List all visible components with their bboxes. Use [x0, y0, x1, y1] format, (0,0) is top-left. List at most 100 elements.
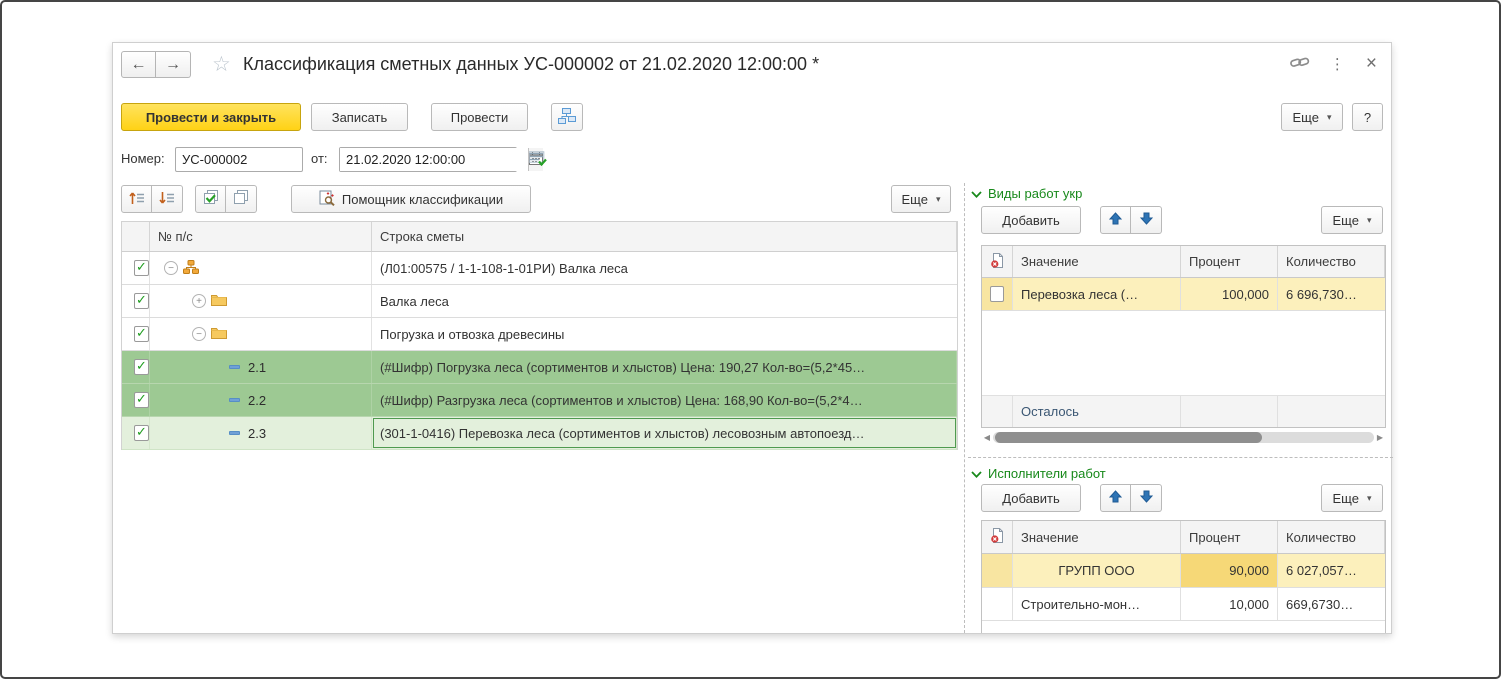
structure-icon: [558, 108, 576, 127]
row-checkbox[interactable]: ✓: [134, 392, 149, 408]
item-dash-icon: [229, 431, 240, 435]
row-checkbox[interactable]: ✓: [134, 326, 149, 342]
percent-cell-selected[interactable]: 90,000: [1181, 554, 1278, 587]
estimate-line-cell[interactable]: (Л01:00575 / 1-1-108-1-01РИ) Валка леса: [372, 252, 957, 284]
command-bar: Провести и закрыть Записать Провести Еще…: [113, 103, 1391, 135]
work-types-header-row: Значение Процент Количество: [982, 246, 1385, 278]
form-more-button[interactable]: Еще▾: [1281, 103, 1343, 131]
row-checkbox[interactable]: ✓: [134, 425, 149, 441]
check-all-button[interactable]: [195, 185, 226, 213]
estimate-line-cell-selected[interactable]: (301-1-0416) Перевозка леса (сортиментов…: [372, 417, 957, 449]
row-checkbox[interactable]: ✓: [134, 293, 149, 309]
tree-more-button[interactable]: Еще▾: [891, 185, 951, 213]
collapse-icon[interactable]: −: [164, 261, 178, 275]
quantity-cell[interactable]: 6 696,730…: [1278, 278, 1385, 310]
percent-cell[interactable]: 10,000: [1181, 588, 1278, 620]
forward-arrow-icon: →: [165, 56, 181, 74]
tree-row-2-2[interactable]: ✓ 2.2 (#Шифр) Разгрузка леса (сортименто…: [122, 384, 957, 417]
check-all-icon: [203, 190, 219, 208]
row-up-button[interactable]: [1100, 206, 1131, 234]
quantity-cell[interactable]: 6 027,057…: [1278, 554, 1385, 587]
executor-row-current[interactable]: ГРУПП ООО 90,000 6 027,057…: [982, 554, 1385, 588]
favorite-star-icon[interactable]: ☆: [212, 52, 231, 77]
value-cell[interactable]: ГРУПП ООО: [1013, 554, 1181, 587]
delete-mark-column-header[interactable]: [982, 521, 1013, 553]
post-and-close-button[interactable]: Провести и закрыть: [121, 103, 301, 131]
work-types-more-button[interactable]: Еще▾: [1321, 206, 1383, 234]
executors-header-row: Значение Процент Количество: [982, 521, 1385, 554]
structure-report-button[interactable]: [551, 103, 583, 131]
estimate-tree-toolbar: Помощник классификации Еще▾: [113, 185, 958, 215]
history-nav: ← →: [121, 51, 191, 78]
quantity-cell[interactable]: 669,6730…: [1278, 588, 1385, 620]
vertical-splitter[interactable]: [964, 183, 965, 633]
date-field[interactable]: [340, 148, 528, 171]
expand-icon[interactable]: +: [192, 294, 206, 308]
help-button[interactable]: ?: [1352, 103, 1383, 131]
value-cell[interactable]: Строительно-мон…: [1013, 588, 1181, 620]
quantity-column-header[interactable]: Количество: [1278, 246, 1385, 277]
row-checkbox[interactable]: ✓: [134, 260, 149, 276]
work-types-panel-title[interactable]: Виды работ укр: [971, 186, 1082, 201]
row-down-button[interactable]: [1131, 484, 1162, 512]
value-column-header[interactable]: Значение: [1013, 246, 1181, 277]
delete-mark-column-header[interactable]: [982, 246, 1013, 277]
estimate-line-cell[interactable]: (#Шифр) Погрузка леса (сортиментов и хлы…: [372, 351, 957, 383]
num-column-header[interactable]: № п/с: [150, 222, 372, 251]
work-types-toolbar: Добавить Еще▾: [968, 206, 1393, 236]
horizontal-splitter[interactable]: [968, 457, 1393, 458]
tree-row-2-1[interactable]: ✓ 2.1 (#Шифр) Погрузка леса (сортиментов…: [122, 351, 957, 384]
row-checkbox[interactable]: [990, 286, 1004, 302]
percent-cell[interactable]: 100,000: [1181, 278, 1278, 310]
classification-wizard-button[interactable]: Помощник классификации: [291, 185, 531, 213]
scrollbar-track[interactable]: [993, 432, 1374, 443]
checkbox-column-header[interactable]: [122, 222, 150, 251]
document-fields: Номер: от:: [113, 145, 1391, 173]
scroll-right-icon[interactable]: ▶: [1374, 433, 1386, 442]
write-button[interactable]: Записать: [311, 103, 408, 131]
percent-column-header[interactable]: Процент: [1181, 521, 1278, 553]
register-records-icon[interactable]: [529, 151, 548, 169]
forward-button[interactable]: →: [156, 51, 191, 78]
more-menu-icon[interactable]: ⋮: [1330, 55, 1346, 73]
tree-row-2-3-current[interactable]: ✓ 2.3 (301-1-0416) Перевозка леса (сорти…: [122, 417, 957, 450]
work-type-row[interactable]: Перевозка леса (… 100,000 6 696,730…: [982, 278, 1385, 311]
scroll-left-icon[interactable]: ◀: [981, 433, 993, 442]
row-number: 2.3: [248, 426, 266, 441]
collapse-icon[interactable]: −: [192, 327, 206, 341]
post-button[interactable]: Провести: [431, 103, 528, 131]
row-down-button[interactable]: [1131, 206, 1162, 234]
row-up-button[interactable]: [1100, 484, 1131, 512]
work-types-footer-row: Осталось: [982, 395, 1385, 427]
executors-more-button[interactable]: Еще▾: [1321, 484, 1383, 512]
link-icon[interactable]: [1290, 55, 1310, 73]
tree-row-estimate[interactable]: ✓ − (Л01:00575 / 1-1-108-1-01РИ) Валка л…: [122, 252, 957, 285]
move-down-button[interactable]: [152, 185, 183, 213]
add-button[interactable]: Добавить: [981, 206, 1081, 234]
add-button[interactable]: Добавить: [981, 484, 1081, 512]
executors-table: Значение Процент Количество ГРУПП ООО 90…: [981, 520, 1386, 633]
percent-column-header[interactable]: Процент: [1181, 246, 1278, 277]
folder-icon: [211, 293, 227, 309]
scrollbar-thumb[interactable]: [995, 432, 1262, 443]
estimate-line-cell[interactable]: (#Шифр) Разгрузка леса (сортиментов и хл…: [372, 384, 957, 416]
value-cell[interactable]: Перевозка леса (…: [1013, 278, 1181, 310]
estimate-line-cell[interactable]: Погрузка и отвозка древесины: [372, 318, 957, 350]
close-icon[interactable]: ×: [1366, 57, 1377, 71]
executors-panel-title[interactable]: Исполнители работ: [971, 466, 1106, 481]
back-button[interactable]: ←: [121, 51, 156, 78]
move-up-button[interactable]: [121, 185, 152, 213]
executor-row[interactable]: Строительно-мон… 10,000 669,6730…: [982, 588, 1385, 621]
check-buttons: [195, 185, 257, 213]
number-field[interactable]: [175, 147, 303, 172]
value-column-header[interactable]: Значение: [1013, 521, 1181, 553]
uncheck-all-button[interactable]: [226, 185, 257, 213]
tree-row-group-1[interactable]: ✓ + Валка леса: [122, 285, 957, 318]
tree-row-group-2[interactable]: ✓ − Погрузка и отвозка древесины: [122, 318, 957, 351]
estimate-line-cell[interactable]: Валка леса: [372, 285, 957, 317]
line-column-header[interactable]: Строка сметы: [372, 222, 957, 251]
quantity-column-header[interactable]: Количество: [1278, 521, 1385, 553]
horizontal-scrollbar[interactable]: ◀ ▶: [981, 431, 1386, 444]
row-checkbox[interactable]: ✓: [134, 359, 149, 375]
item-dash-icon: [229, 398, 240, 402]
